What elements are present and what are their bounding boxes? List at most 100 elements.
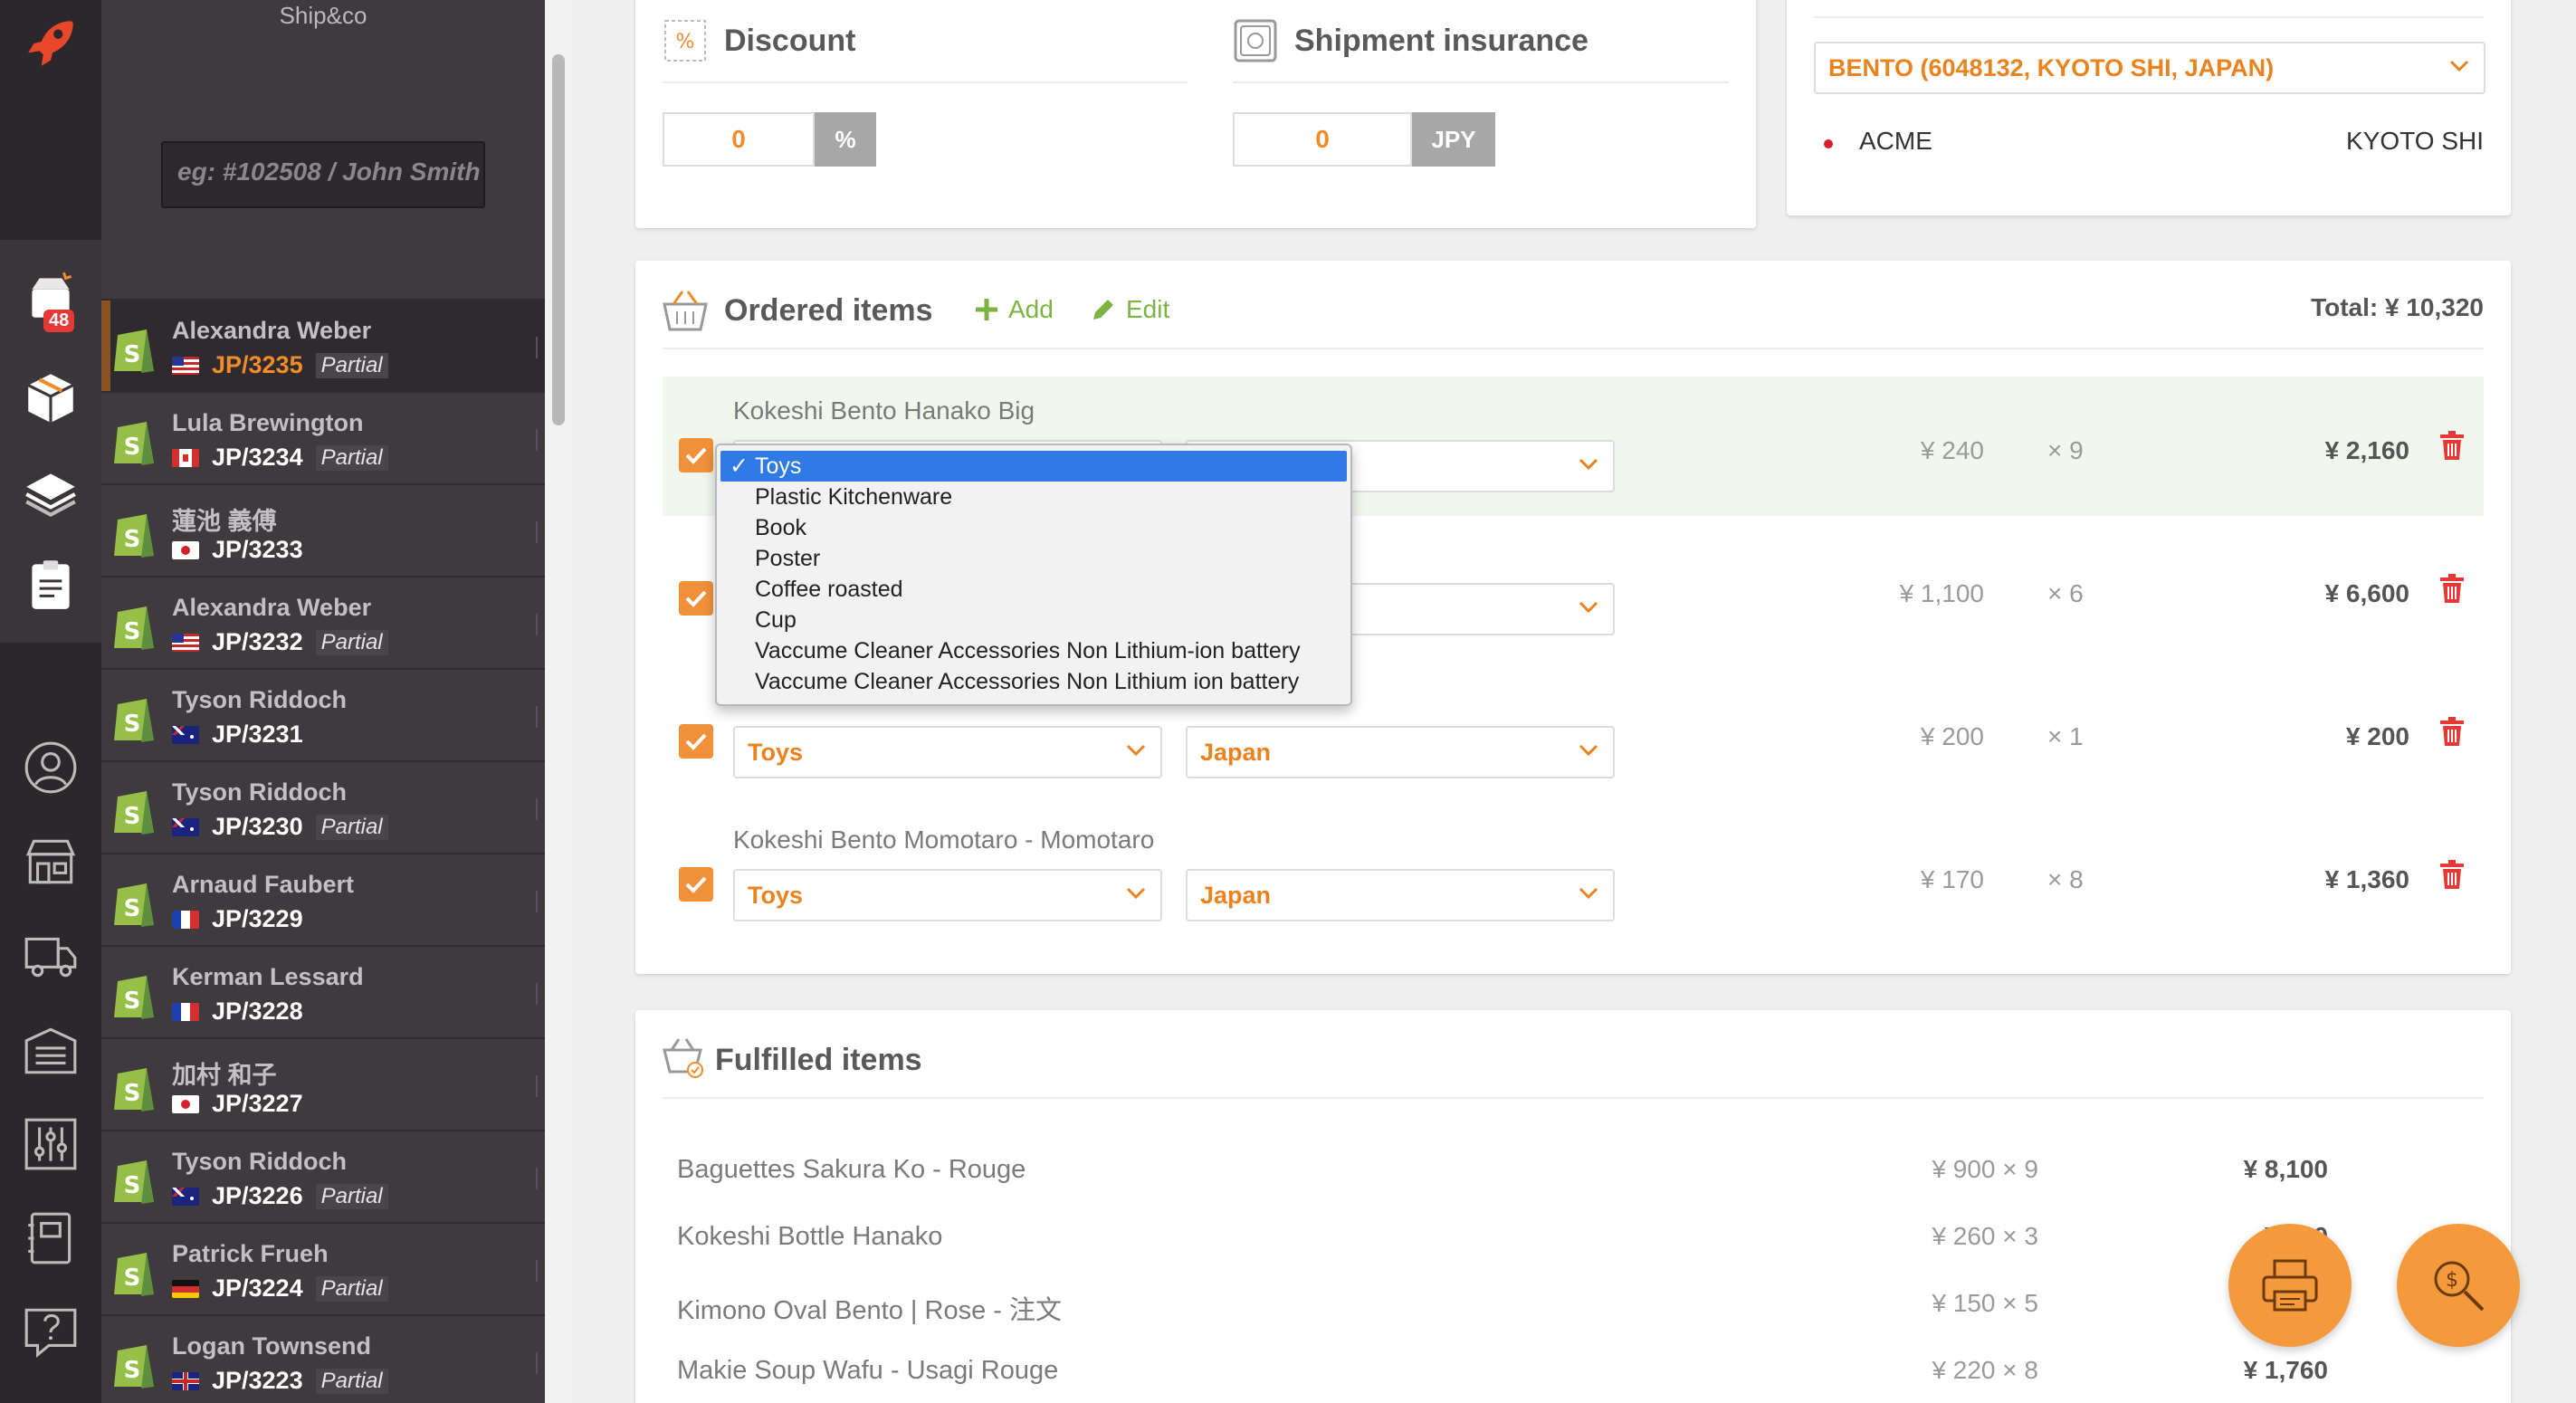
order-customer-name: Kerman Lessard: [172, 963, 364, 990]
item-category-select[interactable]: Toys: [733, 726, 1162, 778]
order-list-item[interactable]: S 加村 和子 JP/3227: [101, 1037, 545, 1130]
drag-handle-icon[interactable]: [536, 614, 541, 635]
category-dropdown-menu[interactable]: ✓ Toys Plastic Kitchenware Book Poster Coffee…: [715, 444, 1352, 706]
item-category-value: Toys: [748, 739, 804, 766]
order-customer-name: Logan Townsend: [172, 1332, 371, 1360]
brand-name: Ship&co: [279, 2, 367, 29]
category-option[interactable]: Vaccume Cleaner Accessories Non Lithium-…: [717, 635, 1350, 666]
drag-handle-icon[interactable]: [536, 521, 541, 543]
order-list-item[interactable]: S Alexandra Weber JP/3232 Partial: [101, 576, 545, 668]
drag-handle-icon[interactable]: [536, 337, 541, 358]
order-list-item[interactable]: S 蓮池 義傅 JP/3233: [101, 483, 545, 576]
item-select-checkbox[interactable]: [679, 724, 713, 759]
discount-input[interactable]: 0: [663, 112, 815, 167]
item-origin-select[interactable]: Japan: [1186, 869, 1615, 921]
trash-icon[interactable]: [2438, 431, 2466, 462]
svg-text:S: S: [124, 895, 141, 922]
category-option[interactable]: Coffee roasted: [717, 574, 1350, 605]
sender-address-select[interactable]: BENTO (6048132, KYOTO SHI, JAPAN): [1814, 42, 2485, 94]
print-label-fab[interactable]: [2228, 1224, 2352, 1347]
new-orders-box-icon[interactable]: 48: [16, 262, 85, 332]
item-origin-select[interactable]: Japan: [1186, 726, 1615, 778]
category-option[interactable]: Cup: [717, 605, 1350, 635]
order-list-item[interactable]: S Tyson Riddoch JP/3231: [101, 668, 545, 760]
shopify-icon: S: [114, 1345, 154, 1389]
order-meta: JP/3224 Partial: [172, 1274, 388, 1303]
order-list-item[interactable]: S Patrick Frueh JP/3224 Partial: [101, 1222, 545, 1314]
item-select-checkbox[interactable]: [679, 581, 713, 616]
trash-icon[interactable]: [2438, 860, 2466, 891]
order-list-item[interactable]: S Tyson Riddoch JP/3230 Partial: [101, 760, 545, 853]
truck-icon[interactable]: [16, 921, 85, 990]
drag-handle-icon[interactable]: [536, 1075, 541, 1097]
item-name: Kokeshi Bento Hanako Big: [733, 396, 1035, 425]
order-number: JP/3227: [212, 1090, 303, 1117]
item-unit-price: ¥ 170: [1920, 865, 1984, 893]
rate-search-fab[interactable]: $: [2397, 1224, 2520, 1347]
drag-handle-icon[interactable]: [536, 1352, 541, 1374]
trash-icon[interactable]: [2438, 717, 2466, 748]
icon-rail: 48: [0, 0, 101, 1403]
insurance-safe-icon: [1234, 19, 1277, 62]
order-list-item[interactable]: S Lula Brewington JP/3234 Partial: [101, 391, 545, 483]
category-option[interactable]: ✓ Toys: [720, 451, 1347, 482]
order-list-item[interactable]: S Arnaud Faubert JP/3229: [101, 853, 545, 945]
discount-percent-icon: %: [664, 20, 706, 62]
store-icon[interactable]: [16, 827, 85, 896]
order-search-input[interactable]: eg: #102508 / John Smith: [161, 141, 485, 208]
fulfilled-item-total: ¥ 8,100: [2243, 1155, 2328, 1183]
package-icon[interactable]: [16, 364, 85, 433]
category-option[interactable]: Poster: [717, 543, 1350, 574]
notebook-icon[interactable]: [16, 1204, 85, 1273]
item-select-checkbox[interactable]: [679, 867, 713, 902]
fulfilled-items-card: Fulfilled items Baguettes Sakura Ko - Ro…: [635, 1010, 2511, 1403]
order-list-item[interactable]: S Logan Townsend JP/3223 Partial: [101, 1314, 545, 1403]
fulfilled-item-total: ¥ 1,760: [2243, 1356, 2328, 1384]
order-list-item[interactable]: S Kerman Lessard JP/3228: [101, 945, 545, 1037]
order-list-panel: Ship&co eg: #102508 / John Smith S Alexa…: [101, 0, 545, 1403]
ordered-total: Total: ¥ 10,320: [2311, 293, 2484, 321]
order-meta: JP/3226 Partial: [172, 1182, 388, 1210]
add-item-button[interactable]: Add: [974, 295, 1054, 324]
discount-title: Discount: [724, 24, 856, 58]
item-select-checkbox[interactable]: [679, 438, 713, 472]
au-flag-icon: [172, 1187, 199, 1206]
order-meta: JP/3230 Partial: [172, 813, 388, 841]
category-option-label: Vaccume Cleaner Accessories Non Lithium …: [755, 669, 1300, 694]
order-list-scrollbar[interactable]: [545, 0, 572, 1403]
edit-items-button[interactable]: Edit: [1090, 295, 1169, 324]
drag-handle-icon[interactable]: [536, 1260, 541, 1282]
shopify-icon: S: [114, 329, 154, 373]
drag-handle-icon[interactable]: [536, 798, 541, 820]
drag-handle-icon[interactable]: [536, 1168, 541, 1189]
drag-handle-icon[interactable]: [536, 891, 541, 912]
item-category-select[interactable]: Toys: [733, 869, 1162, 921]
drag-handle-icon[interactable]: [536, 429, 541, 451]
rocket-logo-icon[interactable]: [16, 9, 85, 78]
order-number: JP/3230: [212, 813, 303, 840]
clipboard-icon[interactable]: [16, 550, 85, 619]
category-option[interactable]: Vaccume Cleaner Accessories Non Lithium …: [717, 666, 1350, 697]
category-option[interactable]: Plastic Kitchenware: [717, 482, 1350, 512]
settings-sliders-icon[interactable]: [16, 1110, 85, 1179]
order-customer-name: Tyson Riddoch: [172, 1148, 347, 1175]
user-icon[interactable]: [16, 733, 85, 802]
layers-icon[interactable]: [16, 460, 85, 529]
item-quantity: × 6: [2047, 579, 2084, 607]
trash-icon[interactable]: [2438, 574, 2466, 605]
drag-handle-icon[interactable]: [536, 983, 541, 1005]
drag-handle-icon[interactable]: [536, 706, 541, 728]
insurance-unit[interactable]: JPY: [1412, 112, 1495, 167]
scrollbar-thumb[interactable]: [552, 54, 565, 425]
order-list-item[interactable]: S Tyson Riddoch JP/3226 Partial: [101, 1130, 545, 1222]
insurance-input[interactable]: 0: [1233, 112, 1412, 167]
fulfilled-item-name: Kimono Oval Bento | Rose - 注文: [677, 1296, 1062, 1325]
category-option[interactable]: Book: [717, 512, 1350, 543]
order-list-item[interactable]: S Alexandra Weber JP/3235 Partial: [101, 299, 545, 391]
order-customer-name: Arnaud Faubert: [172, 871, 355, 898]
warehouse-icon[interactable]: [16, 1016, 85, 1084]
order-number: JP/3229: [212, 905, 303, 932]
discount-unit[interactable]: %: [815, 112, 876, 167]
order-meta: JP/3229: [172, 905, 303, 933]
help-question-icon[interactable]: [16, 1298, 85, 1367]
